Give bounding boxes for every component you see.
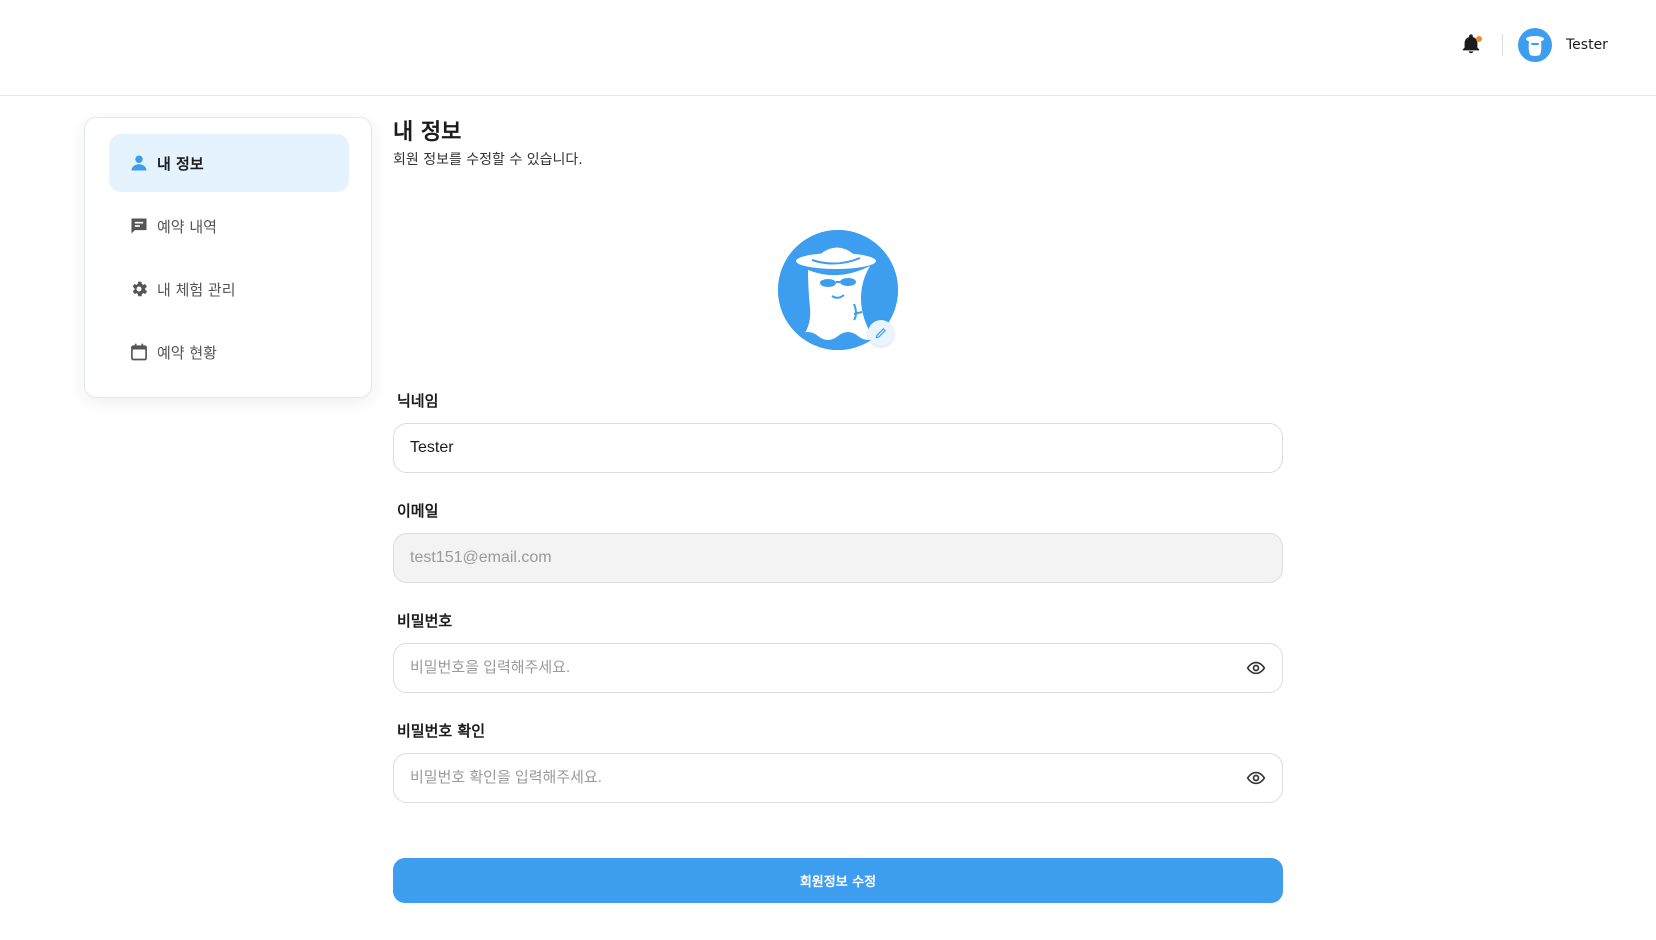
email-input — [410, 549, 1266, 567]
header-divider — [1502, 34, 1503, 56]
gear-icon — [132, 281, 148, 297]
sidebar: 내 정보 예약 내역 내 체험 관리 예약 현황 — [84, 117, 372, 398]
password-confirm-field[interactable] — [393, 753, 1283, 803]
update-profile-button[interactable]: 회원정보 수정 — [393, 858, 1283, 903]
password-confirm-input[interactable] — [410, 769, 1246, 787]
page-title: 내 정보 — [393, 120, 462, 145]
email-label: 이메일 — [397, 502, 439, 520]
user-menu[interactable]: Tester — [1518, 27, 1608, 63]
profile-image-section — [778, 230, 900, 352]
sidebar-item-label: 내 체험 관리 — [157, 280, 236, 299]
top-header: Tester — [0, 0, 1656, 96]
sidebar-item-label: 예약 현황 — [157, 343, 217, 362]
notification-dot — [1476, 36, 1482, 42]
password-label: 비밀번호 — [397, 612, 453, 630]
bell-icon[interactable] — [1460, 33, 1482, 57]
avatar — [1518, 28, 1552, 62]
nickname-label: 닉네임 — [397, 392, 439, 410]
password-confirm-label: 비밀번호 확인 — [397, 722, 486, 740]
message-icon — [131, 218, 147, 234]
eye-icon[interactable] — [1246, 768, 1266, 788]
sidebar-item-label: 내 정보 — [157, 154, 204, 173]
sidebar-item-my-info[interactable]: 내 정보 — [109, 134, 349, 192]
password-field[interactable] — [393, 643, 1283, 693]
email-field — [393, 533, 1283, 583]
calendar-icon — [131, 343, 147, 361]
sidebar-item-reservations[interactable]: 예약 내역 — [109, 197, 349, 255]
sidebar-item-experience-management[interactable]: 내 체험 관리 — [109, 260, 349, 318]
user-name: Tester — [1566, 37, 1608, 53]
sidebar-item-reservation-status[interactable]: 예약 현황 — [109, 323, 349, 381]
user-icon — [131, 155, 147, 171]
pencil-icon — [875, 328, 886, 339]
edit-profile-image-button[interactable] — [868, 320, 894, 346]
password-input[interactable] — [410, 659, 1246, 677]
page-subtitle: 회원 정보를 수정할 수 있습니다. — [393, 152, 583, 168]
eye-icon[interactable] — [1246, 658, 1266, 678]
nickname-field[interactable] — [393, 423, 1283, 473]
nickname-input[interactable] — [410, 439, 1266, 457]
sidebar-item-label: 예약 내역 — [157, 217, 217, 236]
main-content: 내 정보 회원 정보를 수정할 수 있습니다. 닉네임 Tester 이메일 t… — [393, 118, 1283, 903]
